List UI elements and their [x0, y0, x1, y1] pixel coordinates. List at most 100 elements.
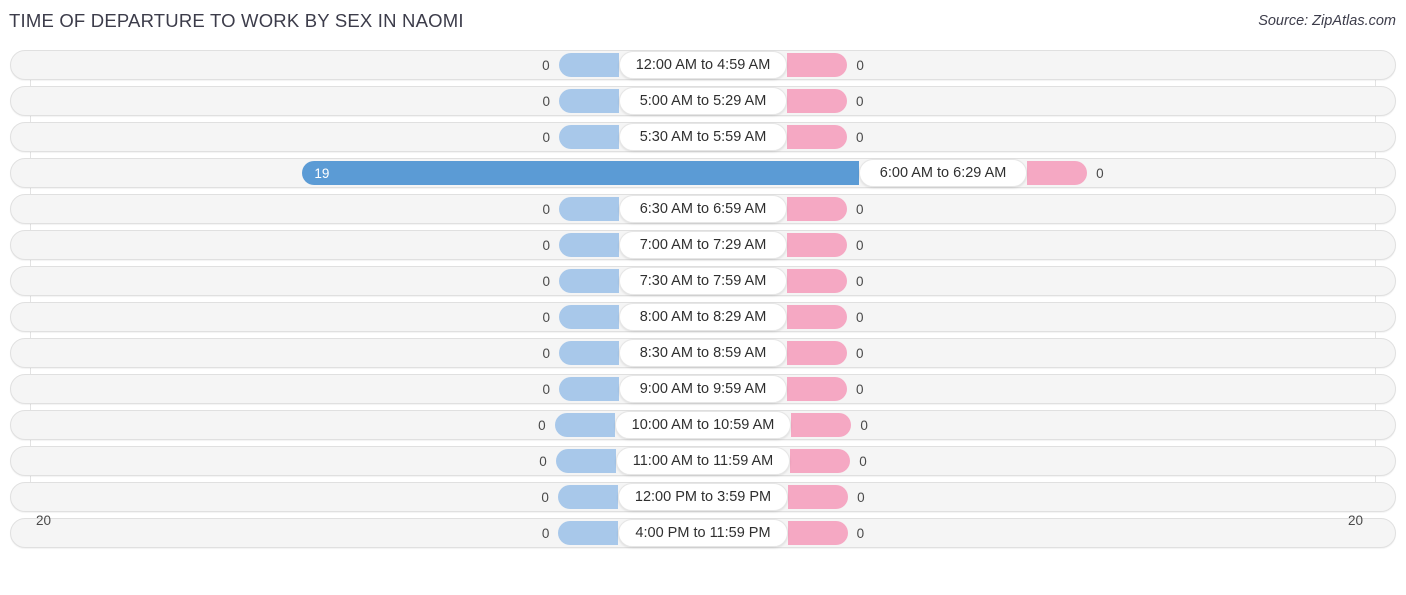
chart-row[interactable]: 0 11:00 AM to 11:59 AM 0	[0, 446, 1406, 476]
male-value-label: 0	[541, 489, 549, 505]
chart-rows: 0 12:00 AM to 4:59 AM 0 0 5:00 AM to 5:29 AM…	[0, 50, 1406, 554]
female-bar[interactable]	[787, 377, 847, 401]
chart-row[interactable]: 0 6:30 AM to 6:59 AM 0	[0, 194, 1406, 224]
category-label-pill: 12:00 PM to 3:59 PM	[617, 483, 789, 511]
female-value-label: 0	[857, 489, 865, 505]
category-label-pill: 9:00 AM to 9:59 AM	[619, 375, 787, 403]
female-side: 0	[787, 89, 864, 113]
category-label-pill: 11:00 AM to 11:59 AM	[615, 447, 791, 475]
category-label-pill: 8:30 AM to 8:59 AM	[619, 339, 787, 367]
row-bars: 0 8:30 AM to 8:59 AM 0	[0, 338, 1406, 368]
female-value-label: 0	[856, 345, 864, 361]
row-bars: 0 6:30 AM to 6:59 AM 0	[0, 194, 1406, 224]
female-bar[interactable]	[788, 485, 849, 509]
female-bar[interactable]	[787, 89, 847, 113]
male-side: 0	[542, 269, 619, 293]
female-side: 0	[787, 125, 864, 149]
female-bar[interactable]	[787, 233, 847, 257]
female-bar[interactable]	[787, 305, 847, 329]
row-bars: 0 12:00 AM to 4:59 AM 0	[0, 50, 1406, 80]
male-value-label: 0	[542, 201, 550, 217]
male-side: 0	[542, 377, 619, 401]
category-label-pill: 5:00 AM to 5:29 AM	[619, 87, 787, 115]
female-value-label: 0	[859, 453, 867, 469]
male-side: 0	[542, 125, 619, 149]
chart-row[interactable]: 0 9:00 AM to 9:59 AM 0	[0, 374, 1406, 404]
male-bar[interactable]	[559, 197, 619, 221]
chart-row[interactable]: 0 8:30 AM to 8:59 AM 0	[0, 338, 1406, 368]
female-side: 0	[790, 449, 867, 473]
male-bar[interactable]	[554, 413, 615, 437]
male-bar[interactable]	[559, 377, 619, 401]
row-bars: 0 12:00 PM to 3:59 PM 0	[0, 482, 1406, 512]
female-bar[interactable]	[787, 53, 848, 77]
male-bar[interactable]	[559, 269, 619, 293]
male-bar[interactable]	[557, 485, 618, 509]
female-value-label: 0	[860, 417, 868, 433]
female-bar[interactable]	[1027, 161, 1088, 185]
male-side: 0	[542, 53, 619, 77]
row-bars: 0 11:00 AM to 11:59 AM 0	[0, 446, 1406, 476]
chart-row[interactable]: 0 7:00 AM to 7:29 AM 0	[0, 230, 1406, 260]
row-bars: 0 9:00 AM to 9:59 AM 0	[0, 374, 1406, 404]
male-side: 0	[542, 197, 619, 221]
female-value-label: 0	[856, 381, 864, 397]
category-label-pill: 5:30 AM to 5:59 AM	[619, 123, 787, 151]
female-value-label: 0	[856, 273, 864, 289]
male-value-label: 0	[542, 309, 550, 325]
female-value-label: 0	[1096, 165, 1104, 181]
female-value-label: 0	[856, 93, 864, 109]
male-value-label: 0	[542, 381, 550, 397]
male-bar[interactable]	[559, 305, 619, 329]
chart-row[interactable]: 0 5:00 AM to 5:29 AM 0	[0, 86, 1406, 116]
category-label-pill: 6:00 AM to 6:29 AM	[859, 159, 1028, 187]
male-bar[interactable]	[558, 53, 619, 77]
source-attribution: Source: ZipAtlas.com	[1258, 13, 1396, 29]
male-bar[interactable]	[559, 89, 619, 113]
chart-row[interactable]: 0 12:00 AM to 4:59 AM 0	[0, 50, 1406, 80]
female-bar[interactable]	[787, 341, 847, 365]
male-side: 0	[542, 305, 619, 329]
chart-row[interactable]: 0 8:00 AM to 8:29 AM 0	[0, 302, 1406, 332]
chart-row[interactable]: 0 7:30 AM to 7:59 AM 0	[0, 266, 1406, 296]
male-bar[interactable]	[559, 125, 619, 149]
chart-row[interactable]: 0 12:00 PM to 3:59 PM 0	[0, 482, 1406, 512]
male-bar[interactable]	[559, 233, 619, 257]
female-value-label: 0	[856, 201, 864, 217]
male-bar[interactable]	[555, 449, 616, 473]
female-value-label: 0	[856, 237, 864, 253]
female-bar[interactable]	[787, 197, 847, 221]
male-value-label: 19	[314, 165, 330, 181]
male-side: 0	[538, 413, 615, 437]
female-side: 0	[787, 197, 864, 221]
male-bar[interactable]	[559, 341, 619, 365]
chart-row[interactable]: 0 10:00 AM to 10:59 AM 0	[0, 410, 1406, 440]
chart-row[interactable]: 19 6:00 AM to 6:29 AM 0	[0, 158, 1406, 188]
male-side: 0	[542, 89, 619, 113]
male-side: 19	[302, 161, 860, 185]
male-value-label: 0	[542, 93, 550, 109]
male-bar[interactable]: 19	[302, 161, 860, 185]
female-side: 0	[787, 341, 864, 365]
female-bar[interactable]	[787, 269, 847, 293]
category-label-pill: 10:00 AM to 10:59 AM	[614, 411, 792, 439]
female-value-label: 0	[856, 129, 864, 145]
female-value-label: 0	[856, 309, 864, 325]
row-bars: 0 5:30 AM to 5:59 AM 0	[0, 122, 1406, 152]
female-side: 0	[787, 377, 864, 401]
category-label-pill: 12:00 AM to 4:59 AM	[618, 51, 788, 79]
female-side: 0	[787, 269, 864, 293]
female-bar[interactable]	[790, 449, 851, 473]
female-value-label: 0	[856, 57, 864, 73]
female-side: 0	[1027, 161, 1104, 185]
category-label-pill: 4:00 PM to 11:59 PM	[618, 519, 788, 547]
male-side: 0	[542, 233, 619, 257]
chart-plot-area: 0 12:00 AM to 4:59 AM 0 0 5:00 AM to 5:29 AM…	[0, 46, 1406, 552]
category-label-pill: 6:30 AM to 6:59 AM	[619, 195, 787, 223]
row-bars: 0 7:00 AM to 7:29 AM 0	[0, 230, 1406, 260]
female-bar[interactable]	[791, 413, 852, 437]
female-bar[interactable]	[787, 125, 847, 149]
male-value-label: 0	[542, 273, 550, 289]
chart-row[interactable]: 0 5:30 AM to 5:59 AM 0	[0, 122, 1406, 152]
female-side: 0	[788, 485, 865, 509]
